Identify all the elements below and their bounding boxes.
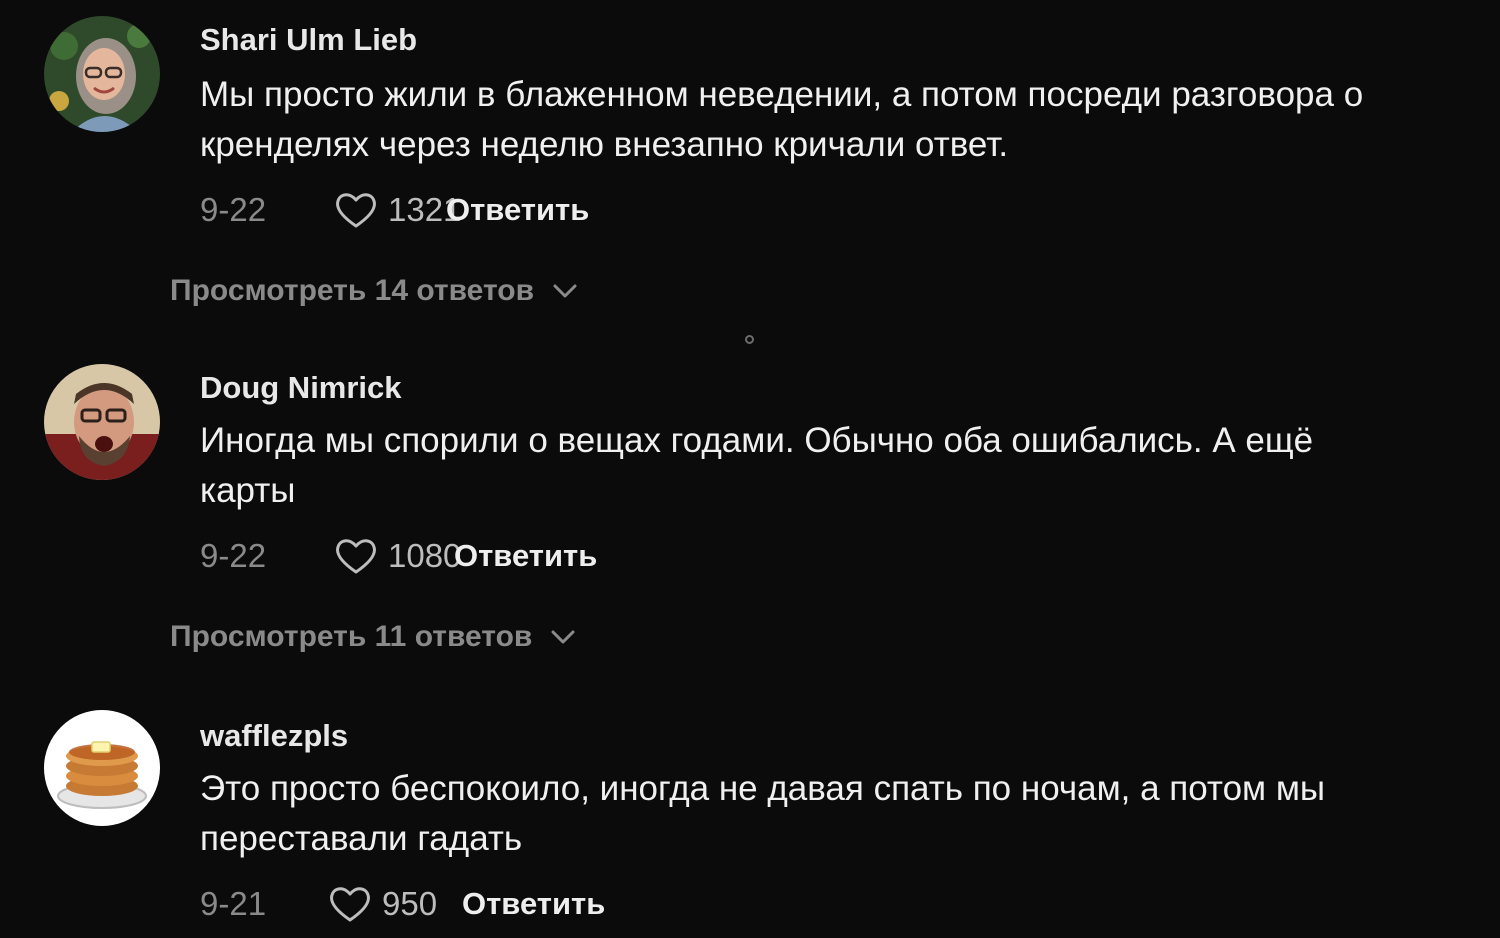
reply-button[interactable]: Ответить bbox=[462, 886, 605, 922]
comment-text: Это просто беспокоило, иногда не давая с… bbox=[200, 769, 1326, 858]
avatar[interactable] bbox=[44, 710, 160, 826]
chevron-down-icon bbox=[551, 630, 575, 644]
reply-button[interactable]: Ответить bbox=[454, 538, 597, 574]
view-replies-button[interactable]: Просмотреть 14 ответов bbox=[170, 274, 578, 308]
heart-icon[interactable] bbox=[328, 884, 372, 924]
heart-icon[interactable] bbox=[334, 190, 378, 230]
avatar[interactable] bbox=[44, 16, 160, 132]
comment-date: 9-22 bbox=[200, 537, 267, 574]
comment-meta: 9-22 1321 Ответить bbox=[200, 190, 589, 230]
user-photo-icon bbox=[44, 16, 160, 132]
heart-icon[interactable] bbox=[334, 536, 378, 576]
view-replies-label: Просмотреть 11 ответов bbox=[170, 620, 533, 653]
user-photo-icon bbox=[44, 364, 160, 480]
reply-button[interactable]: Ответить bbox=[446, 192, 589, 228]
comment-meta: 9-21 950 Ответить bbox=[200, 884, 605, 924]
loading-dot bbox=[745, 335, 754, 344]
pancakes-icon bbox=[44, 710, 160, 826]
comment-username[interactable]: Shari Ulm Lieb bbox=[200, 22, 417, 58]
comment-text: Иногда мы спорили о вещах годами. Обычно… bbox=[200, 421, 1314, 510]
view-replies-button[interactable]: Просмотреть 11 ответов bbox=[170, 620, 576, 654]
avatar[interactable] bbox=[44, 364, 160, 480]
comment-meta: 9-22 1080 Ответить bbox=[200, 536, 597, 576]
comment-username[interactable]: Doug Nimrick bbox=[200, 370, 402, 406]
comment-username[interactable]: wafflezpls bbox=[200, 718, 348, 754]
comment-text: Мы просто жили в блаженном неведении, а … bbox=[200, 75, 1364, 164]
comment-date: 9-21 bbox=[200, 885, 267, 922]
view-replies-label: Просмотреть 14 ответов bbox=[170, 274, 535, 307]
chevron-down-icon bbox=[553, 284, 577, 298]
comment-date: 9-22 bbox=[200, 191, 267, 228]
